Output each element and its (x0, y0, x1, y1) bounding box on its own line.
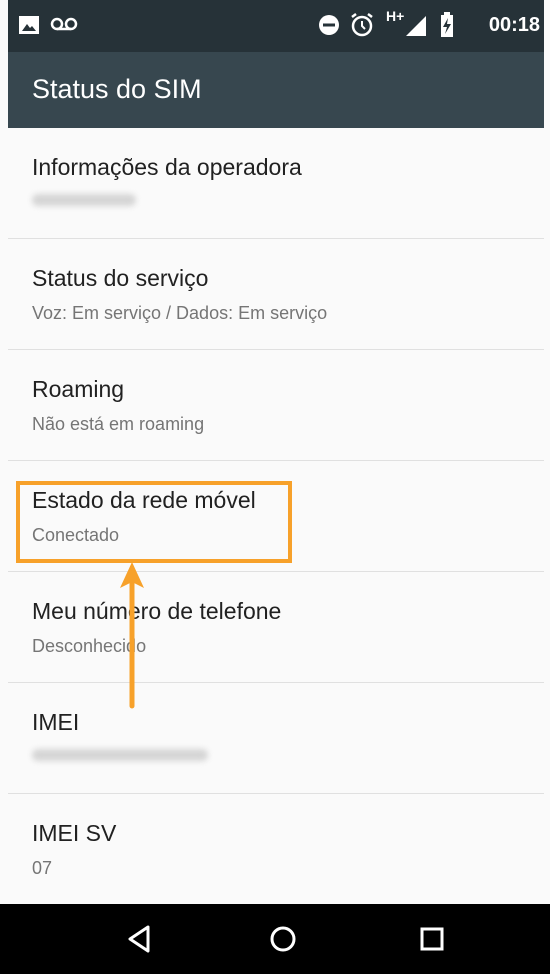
redacted-value (32, 194, 136, 206)
list-item-imei-sv[interactable]: IMEI SV 07 (8, 794, 544, 904)
screen: H+ 00:18 Status do SIM Informações da op… (0, 0, 550, 974)
clock: 00:18 (488, 14, 540, 36)
do-not-disturb-icon (318, 14, 340, 41)
list-item-title: Meu número de telefone (32, 598, 282, 624)
list-item-subtitle: Voz: Em serviço / Dados: Em serviço (32, 303, 328, 323)
list-item-title: Roaming (32, 376, 125, 402)
image-icon (18, 15, 40, 40)
back-icon[interactable] (120, 919, 160, 959)
arrow-up-icon (110, 560, 154, 715)
list-item-subtitle: Não está em roaming (32, 414, 205, 434)
page-title: Status do SIM (32, 74, 202, 104)
list-item-service-status[interactable]: Status do serviço Voz: Em serviço / Dado… (8, 239, 544, 350)
sim-status-list: Informações da operadora Status do servi… (8, 128, 544, 904)
list-item-title: IMEI SV (32, 820, 117, 846)
list-item-subtitle: 07 (32, 858, 53, 878)
alarm-icon (350, 12, 374, 43)
list-item-operator-info[interactable]: Informações da operadora (8, 128, 544, 239)
status-bar: H+ 00:18 (8, 0, 544, 52)
list-item-phone-number[interactable]: Meu número de telefone Desconhecido (8, 572, 544, 683)
list-item-title: Informações da operadora (32, 154, 302, 180)
list-item-subtitle: Conectado (32, 525, 120, 545)
battery-charging-icon (440, 12, 454, 43)
navigation-bar (0, 904, 550, 974)
home-icon[interactable] (263, 919, 303, 959)
app-bar: Status do SIM (8, 52, 544, 128)
hplus-data-icon: H+ (386, 8, 405, 24)
list-item-title: Estado da rede móvel (32, 487, 256, 513)
list-item-title: Status do serviço (32, 265, 209, 291)
voicemail-icon (50, 17, 78, 36)
signal-icon (404, 14, 428, 43)
list-item-mobile-network-state[interactable]: Estado da rede móvel Conectado (8, 461, 544, 572)
list-item-title: IMEI (32, 709, 80, 735)
redacted-value (32, 749, 208, 761)
recents-icon[interactable] (412, 919, 452, 959)
list-item-imei[interactable]: IMEI (8, 683, 544, 794)
list-item-roaming[interactable]: Roaming Não está em roaming (8, 350, 544, 461)
